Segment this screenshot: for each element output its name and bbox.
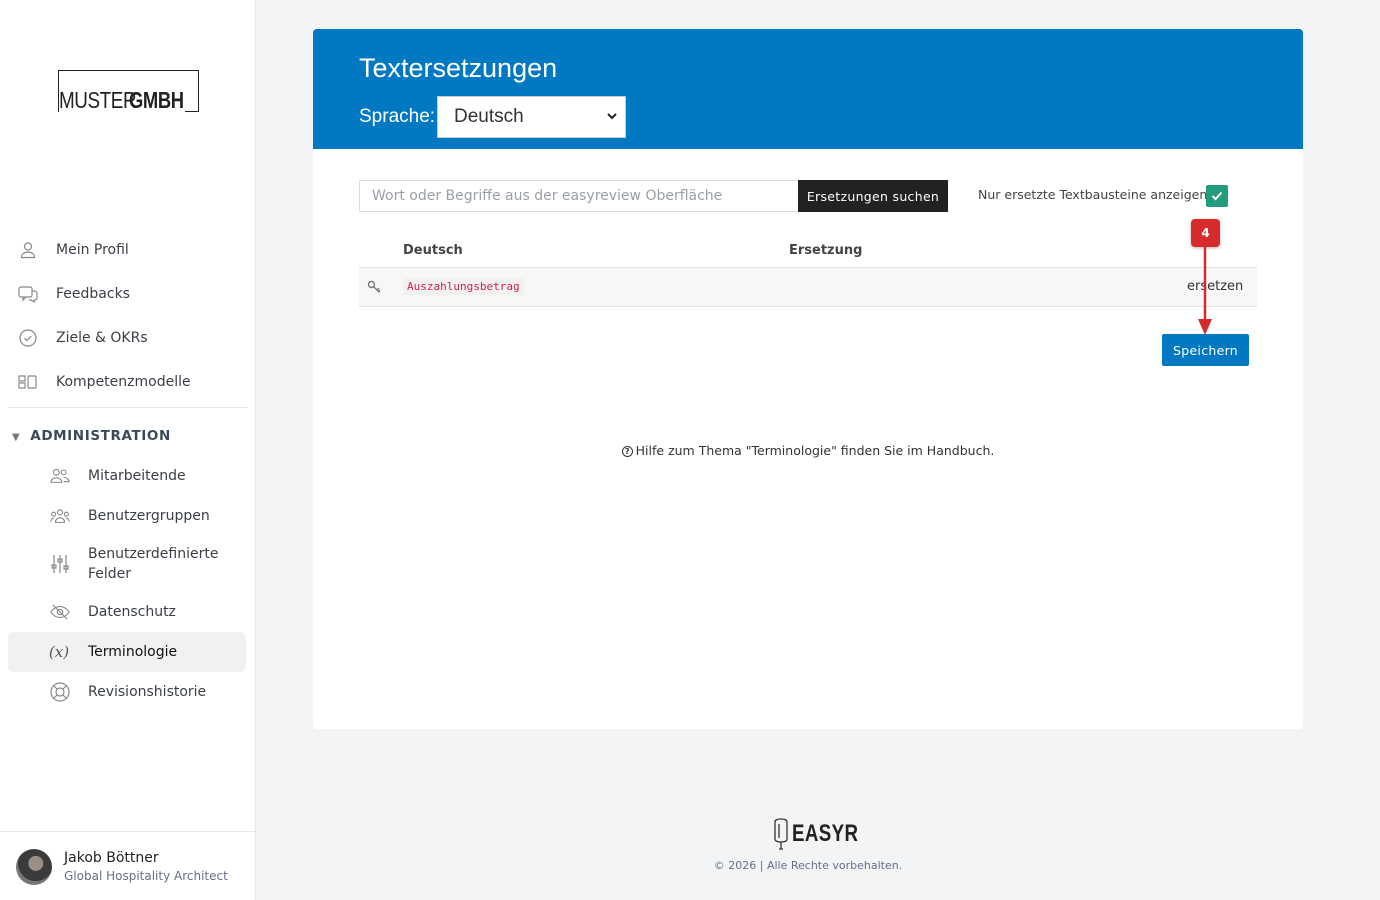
eye-off-icon [50, 602, 70, 622]
administration-toggle[interactable]: ▼ ADMINISTRATION [12, 428, 171, 444]
sidebar-item-label: Kompetenzmodelle [56, 374, 191, 390]
sidebar-item-label: Benutzerdefinierte Felder [88, 546, 219, 582]
filter-checkbox[interactable] [1206, 185, 1228, 207]
sidebar-item-mein-profil[interactable]: Mein Profil [8, 230, 246, 270]
logo-part-1: MUSTER [59, 87, 137, 113]
sidebar-item-label: Revisionshistorie [88, 684, 207, 700]
users-icon [50, 466, 70, 486]
sidebar-item-terminologie[interactable]: (𝑥) Terminologie [8, 632, 246, 672]
easyreview-logo: EASYR [772, 818, 877, 850]
checkmark-icon [1211, 191, 1223, 201]
terminology-card: Textersetzungen Sprache: Deutsch Wort od… [313, 29, 1303, 729]
chevron-down-icon [607, 113, 617, 120]
check-circle-icon [18, 328, 38, 348]
sidebar-divider [8, 407, 248, 408]
save-button[interactable]: Speichern [1162, 334, 1249, 366]
sidebar: MUSTER GMBH Mein Profil Feedbacks Ziele &… [0, 0, 256, 900]
groups-icon [50, 506, 70, 526]
language-select[interactable]: Deutsch [437, 96, 626, 138]
language-label: Sprache: [359, 106, 436, 127]
search-placeholder: Wort oder Begriffe aus der easyreview Ob… [372, 188, 723, 204]
sidebar-item-feedbacks[interactable]: Feedbacks [8, 274, 246, 314]
sidebar-item-datenschutz[interactable]: Datenschutz [8, 592, 246, 632]
sidebar-item-benutzergruppen[interactable]: Benutzergruppen [8, 496, 246, 536]
sliders-icon [50, 554, 70, 574]
help-label: Hilfe zum Thema "Terminologie" finden Si… [635, 443, 995, 458]
page-title: Textersetzungen [359, 53, 558, 83]
user-icon [18, 240, 38, 260]
step-badge: 4 [1191, 219, 1220, 247]
sidebar-item-label: Datenschutz [88, 604, 176, 620]
sidebar-item-label: Ziele & OKRs [56, 330, 148, 346]
logo-part-2: GMBH [129, 87, 184, 113]
column-header-deutsch: Deutsch [403, 243, 463, 258]
sidebar-item-ziele-okrs[interactable]: Ziele & OKRs [8, 318, 246, 358]
sidebar-item-label: Benutzergruppen [88, 508, 210, 524]
copyright-text: © 2026 | Alle Rechte vorbehalten. [713, 859, 903, 872]
sidebar-item-label: Feedbacks [56, 286, 130, 302]
variable-icon: (𝑥) [48, 643, 70, 661]
sidebar-item-label: Mitarbeitende [88, 468, 186, 484]
sidebar-item-mitarbeitende[interactable]: Mitarbeitende [8, 456, 246, 496]
lifebuoy-icon [50, 682, 70, 702]
column-header-ersetzung: Ersetzung [789, 243, 863, 258]
sidebar-item-revisionshistorie[interactable]: Revisionshistorie [8, 672, 246, 712]
models-icon [18, 372, 38, 392]
arrow-down-icon [1198, 247, 1212, 335]
help-text[interactable]: ? Hilfe zum Thema "Terminologie" finden S… [313, 443, 1303, 458]
brand-mark-icon [774, 818, 788, 850]
chat-icon [18, 284, 38, 304]
card-header: Textersetzungen Sprache: Deutsch [313, 29, 1303, 149]
sidebar-item-label: Mein Profil [56, 242, 129, 258]
filter-label: Nur ersetzte Textbausteine anzeigen [978, 187, 1208, 202]
company-logo[interactable]: MUSTER GMBH [58, 70, 199, 112]
sidebar-item-kompetenzmodelle[interactable]: Kompetenzmodelle [8, 362, 246, 402]
footer-brand: EASYR [792, 820, 859, 847]
administration-heading: ADMINISTRATION [30, 428, 171, 444]
term-key: Auszahlungsbetrag [403, 278, 524, 295]
search-button[interactable]: Ersetzungen suchen [798, 180, 948, 212]
table-row: Auszahlungsbetrag ersetzen [359, 267, 1257, 307]
help-icon: ? [621, 446, 633, 457]
sidebar-item-label: Terminologie [88, 644, 178, 660]
search-input[interactable]: Wort oder Begriffe aus der easyreview Ob… [359, 180, 799, 212]
triangle-down-icon: ▼ [12, 432, 21, 443]
language-value: Deutsch [454, 106, 524, 127]
key-icon [367, 280, 381, 293]
sidebar-item-benutzerdefinierte-felder[interactable]: Benutzerdefinierte Felder [8, 542, 246, 586]
